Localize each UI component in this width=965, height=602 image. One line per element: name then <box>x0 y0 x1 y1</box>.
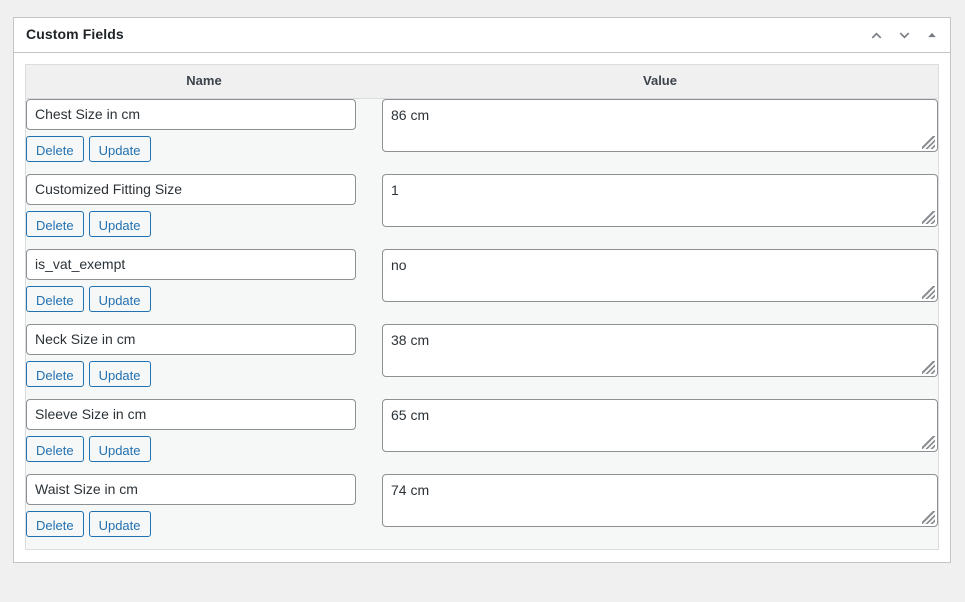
table-row: DeleteUpdate65 cm <box>26 398 938 474</box>
update-button[interactable]: Update <box>88 210 151 237</box>
update-button[interactable]: Update <box>88 360 151 387</box>
meta-value-textarea[interactable]: 74 cm <box>382 473 938 527</box>
column-header-value: Value <box>382 65 938 99</box>
delete-button[interactable]: Delete <box>26 285 84 312</box>
meta-name-cell: DeleteUpdate <box>26 323 382 399</box>
row-actions: Delete Update <box>26 280 382 324</box>
meta-value-cell: 74 cm <box>382 473 938 549</box>
meta-name-cell: DeleteUpdate <box>26 173 382 249</box>
move-down-icon[interactable] <box>890 19 918 52</box>
postbox-header: Custom Fields <box>14 18 950 53</box>
update-button[interactable]: Update <box>88 435 151 462</box>
update-button[interactable]: Update <box>88 510 151 537</box>
meta-name-input[interactable] <box>26 473 356 505</box>
row-actions: Delete Update <box>26 430 382 474</box>
meta-name-input[interactable] <box>26 98 356 130</box>
row-actions: Delete Update <box>26 505 382 549</box>
custom-fields-wrap: Name Value DeleteUpdate86 cmDeleteUpdate… <box>25 64 939 550</box>
meta-value-wrap: 1 <box>382 173 938 227</box>
row-actions: Delete Update <box>26 355 382 399</box>
meta-name-input[interactable] <box>26 398 356 430</box>
meta-value-textarea[interactable]: 38 cm <box>382 323 938 377</box>
meta-value-wrap: 38 cm <box>382 323 938 377</box>
table-header-row: Name Value <box>26 65 938 99</box>
meta-name-input[interactable] <box>26 173 356 205</box>
delete-button[interactable]: Delete <box>26 435 84 462</box>
custom-fields-postbox: Custom Fields Name Value Chest Size in c… <box>13 17 951 563</box>
table-row: DeleteUpdateno <box>26 248 938 324</box>
table-row: DeleteUpdate86 cm <box>26 98 938 174</box>
page-title: Custom Fields <box>26 26 124 43</box>
update-button[interactable]: Update <box>88 135 151 162</box>
postbox-handle-actions <box>862 19 950 52</box>
meta-name-input[interactable] <box>26 248 356 280</box>
row-actions: Delete Update <box>26 205 382 249</box>
meta-value-wrap: no <box>382 248 938 302</box>
meta-name-cell: DeleteUpdate <box>26 248 382 324</box>
postbox-inside: Name Value DeleteUpdate86 cmDeleteUpdate… <box>14 64 950 550</box>
meta-value-textarea[interactable]: 65 cm <box>382 398 938 452</box>
meta-value-wrap: 86 cm <box>382 98 938 152</box>
meta-value-wrap: 74 cm <box>382 473 938 527</box>
meta-name-input[interactable] <box>26 323 356 355</box>
row-actions: Delete Update <box>26 130 382 174</box>
meta-value-cell: 65 cm <box>382 398 938 474</box>
custom-fields-table: Name Value DeleteUpdate86 cmDeleteUpdate… <box>26 65 938 549</box>
move-up-icon[interactable] <box>862 19 890 52</box>
toggle-panel-icon[interactable] <box>918 19 946 52</box>
meta-name-cell: DeleteUpdate <box>26 398 382 474</box>
meta-value-cell: 38 cm <box>382 323 938 399</box>
meta-name-cell: DeleteUpdate <box>26 473 382 549</box>
table-row: DeleteUpdate38 cm <box>26 323 938 399</box>
meta-name-cell: DeleteUpdate <box>26 98 382 174</box>
delete-button[interactable]: Delete <box>26 135 84 162</box>
delete-button[interactable]: Delete <box>26 510 84 537</box>
table-row: DeleteUpdate74 cm <box>26 473 938 549</box>
meta-value-cell: 1 <box>382 173 938 249</box>
meta-value-cell: no <box>382 248 938 324</box>
update-button[interactable]: Update <box>88 285 151 312</box>
delete-button[interactable]: Delete <box>26 210 84 237</box>
meta-value-cell: 86 cm <box>382 98 938 174</box>
delete-button[interactable]: Delete <box>26 360 84 387</box>
meta-value-textarea[interactable]: 86 cm <box>382 98 938 152</box>
table-head: Name Value <box>26 65 938 99</box>
meta-value-textarea[interactable]: no <box>382 248 938 302</box>
meta-value-wrap: 65 cm <box>382 398 938 452</box>
column-header-name: Name <box>26 65 382 99</box>
table-row: DeleteUpdate1 <box>26 173 938 249</box>
table-body: DeleteUpdate86 cmDeleteUpdate1DeleteUpda… <box>26 98 938 549</box>
meta-value-textarea[interactable]: 1 <box>382 173 938 227</box>
